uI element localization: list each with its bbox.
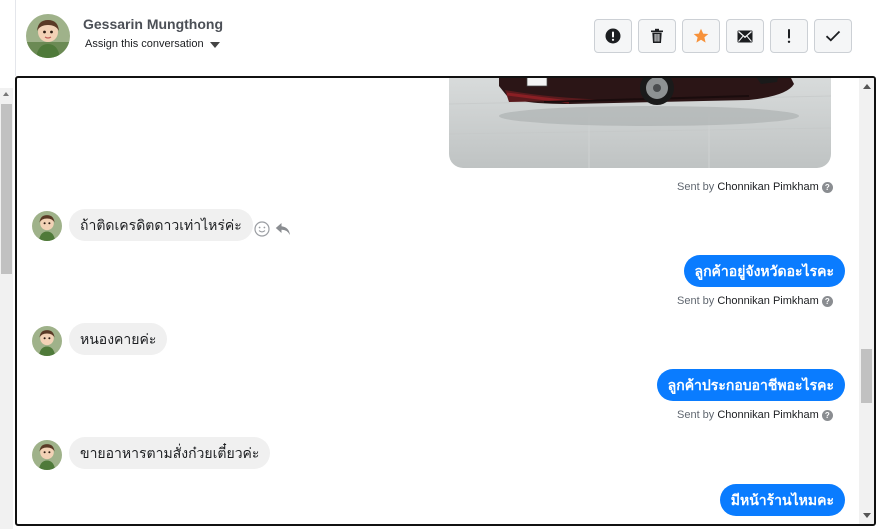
scroll-down-arrow-icon[interactable] [863,513,871,518]
contact-avatar[interactable] [32,326,62,356]
star-icon [693,28,709,43]
sent-by-label: Sent by Chonnikan Pimkham ? [677,295,833,307]
agent-name[interactable]: Chonnikan Pimkham [717,409,819,421]
trash-icon [651,28,663,43]
outgoing-message[interactable]: ลูกค้าอยู่จังหวัดอะไรคะ [683,255,845,287]
sent-by-prefix: Sent by [677,409,715,421]
contact-avatar[interactable] [26,14,70,58]
thread-scrollbar[interactable] [859,78,874,524]
assign-label: Assign this conversation [85,38,204,50]
incoming-message[interactable]: ขายอาหารตามสั่งก๋วยเตี๋ยวค่ะ [69,437,271,469]
conversation-actions [594,19,852,53]
follow-up-button[interactable] [770,19,808,53]
message-tools [254,221,291,237]
sent-by-prefix: Sent by [677,181,715,193]
thread-scrollbar-thumb[interactable] [861,349,872,403]
scroll-up-arrow-icon[interactable] [863,84,871,89]
delete-button[interactable] [638,19,676,53]
scroll-up-arrow-icon[interactable] [3,92,9,96]
star-button[interactable] [682,19,720,53]
conversation-header: Gessarin Mungthong Assign this conversat… [15,0,876,76]
reply-arrow-icon[interactable] [275,222,291,236]
exclamation-icon [787,29,791,43]
checkmark-icon [825,30,841,42]
conversation-thread[interactable]: Sent by Chonnikan Pimkham ? ถ้าติดเครดิต… [15,76,876,526]
assign-conversation-dropdown[interactable]: Assign this conversation [85,38,220,50]
mark-done-button[interactable] [814,19,852,53]
help-icon[interactable]: ? [821,295,833,307]
spam-button[interactable] [594,19,632,53]
contact-avatar[interactable] [32,211,62,241]
car-photo-attachment[interactable] [449,78,831,168]
contact-avatar[interactable] [32,440,62,470]
help-icon[interactable]: ? [821,409,833,421]
page-scrollbar[interactable] [0,88,13,529]
agent-name[interactable]: Chonnikan Pimkham [717,295,819,307]
incoming-message[interactable]: ถ้าติดเครดิตดาวเท่าไหร่ค่ะ [69,209,253,241]
sent-by-prefix: Sent by [677,295,715,307]
sent-by-label: Sent by Chonnikan Pimkham ? [677,181,833,193]
envelope-icon [737,30,753,42]
caret-down-icon [209,41,220,48]
messenger-inbox: Gessarin Mungthong Assign this conversat… [0,0,876,529]
page-scrollbar-thumb[interactable] [1,104,12,274]
alert-circle-icon [605,28,621,44]
mark-unread-button[interactable] [726,19,764,53]
incoming-message[interactable]: หนองคายค่ะ [69,323,168,355]
react-smiley-icon[interactable] [254,221,270,237]
outgoing-message[interactable]: ลูกค้าประกอบอาชีพอะไรคะ [656,369,845,401]
outgoing-message[interactable]: มีหน้าร้านไหมคะ [719,484,845,516]
help-icon[interactable]: ? [821,181,833,193]
agent-name[interactable]: Chonnikan Pimkham [717,181,819,193]
contact-name[interactable]: Gessarin Mungthong [83,16,223,32]
sent-by-label: Sent by Chonnikan Pimkham ? [677,409,833,421]
